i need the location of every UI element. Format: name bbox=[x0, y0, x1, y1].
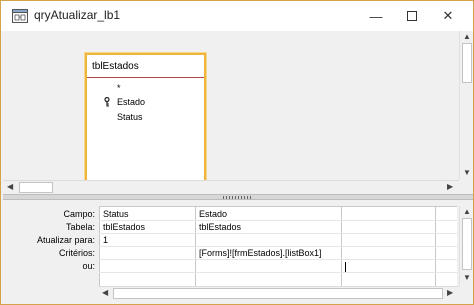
grid-column-separator bbox=[99, 207, 100, 287]
query-icon bbox=[12, 9, 28, 23]
cell-tabela-col1[interactable]: tblEstados bbox=[103, 222, 145, 232]
scroll-thumb[interactable] bbox=[462, 218, 472, 270]
scroll-up-icon[interactable]: ▲ bbox=[463, 206, 471, 218]
cell-tabela-col2[interactable]: tblEstados bbox=[199, 222, 241, 232]
grid-row-separator bbox=[99, 272, 457, 273]
scrollbar-corner bbox=[459, 180, 473, 194]
row-label-criterios: Critérios: bbox=[58, 248, 95, 258]
design-grid-pane: Campo: Tabela: Atualizar para: Critérios… bbox=[3, 200, 473, 304]
maximize-icon bbox=[407, 11, 417, 21]
field-list-title[interactable]: tblEstados bbox=[87, 55, 204, 78]
minimize-icon: — bbox=[369, 8, 383, 24]
design-grid-vertical-scrollbar[interactable]: ▲ ▼ bbox=[459, 206, 473, 286]
cell-campo-col1[interactable]: Status bbox=[103, 209, 129, 219]
close-button[interactable]: ✕ bbox=[430, 1, 466, 31]
table-canvas[interactable]: tblEstados * Estado Status bbox=[3, 31, 459, 201]
cell-atualizar-col1[interactable]: 1 bbox=[103, 235, 108, 245]
row-label-atualizar-para: Atualizar para: bbox=[36, 235, 95, 245]
row-label-ou: ou: bbox=[82, 261, 95, 271]
table-pane-horizontal-scrollbar[interactable]: ◀ ▶ bbox=[3, 180, 459, 194]
grid-row-separator bbox=[99, 220, 457, 221]
splitter-grip-icon[interactable] bbox=[223, 196, 253, 199]
grid-column-separator bbox=[435, 207, 436, 287]
design-grid-horizontal-scrollbar[interactable]: ◀ ▶ bbox=[99, 286, 459, 300]
scroll-right-icon[interactable]: ▶ bbox=[447, 287, 453, 299]
grid-column-separator bbox=[341, 207, 342, 287]
scroll-thumb[interactable] bbox=[19, 182, 53, 193]
grid-column-separator bbox=[195, 207, 196, 287]
scroll-up-icon[interactable]: ▲ bbox=[463, 31, 471, 43]
scroll-down-icon[interactable]: ▼ bbox=[463, 167, 471, 179]
row-label-tabela: Tabela: bbox=[65, 222, 95, 232]
scroll-down-icon[interactable]: ▼ bbox=[463, 272, 471, 284]
table-pane: tblEstados * Estado Status ▲ ▼ ◀ ▶ bbox=[3, 31, 473, 201]
table-pane-vertical-scrollbar[interactable]: ▲ ▼ bbox=[459, 31, 473, 194]
primary-key-icon bbox=[104, 97, 110, 107]
field-item-status[interactable]: Status bbox=[117, 112, 143, 122]
field-item-estado[interactable]: Estado bbox=[117, 97, 145, 107]
scroll-left-icon[interactable]: ◀ bbox=[7, 181, 13, 193]
grid-row-separator bbox=[99, 233, 457, 234]
window-title: qryAtualizar_lb1 bbox=[34, 8, 121, 22]
scroll-right-icon[interactable]: ▶ bbox=[447, 181, 453, 193]
design-grid[interactable]: Status tblEstados 1 Estado tblEstados [F… bbox=[99, 206, 457, 287]
maximize-button[interactable] bbox=[394, 1, 430, 31]
query-design-window: qryAtualizar_lb1 — ✕ tblEstados * Estado bbox=[0, 0, 474, 305]
title-bar[interactable]: qryAtualizar_lb1 — ✕ bbox=[1, 1, 473, 31]
field-item-all[interactable]: * bbox=[117, 83, 121, 93]
row-label-campo: Campo: bbox=[63, 209, 95, 219]
scroll-left-icon[interactable]: ◀ bbox=[102, 287, 108, 299]
field-list-tblEstados[interactable]: tblEstados * Estado Status bbox=[85, 53, 206, 201]
scroll-thumb[interactable] bbox=[462, 43, 472, 83]
cell-campo-col2[interactable]: Estado bbox=[199, 209, 227, 219]
grid-row-separator bbox=[99, 246, 457, 247]
cell-criterios-col2[interactable]: [Forms]![frmEstados].[listBox1] bbox=[199, 248, 322, 258]
minimize-button[interactable]: — bbox=[358, 1, 394, 31]
text-cursor bbox=[345, 262, 346, 272]
close-icon: ✕ bbox=[442, 8, 454, 23]
scroll-thumb[interactable] bbox=[113, 288, 443, 299]
grid-row-separator bbox=[99, 259, 457, 260]
